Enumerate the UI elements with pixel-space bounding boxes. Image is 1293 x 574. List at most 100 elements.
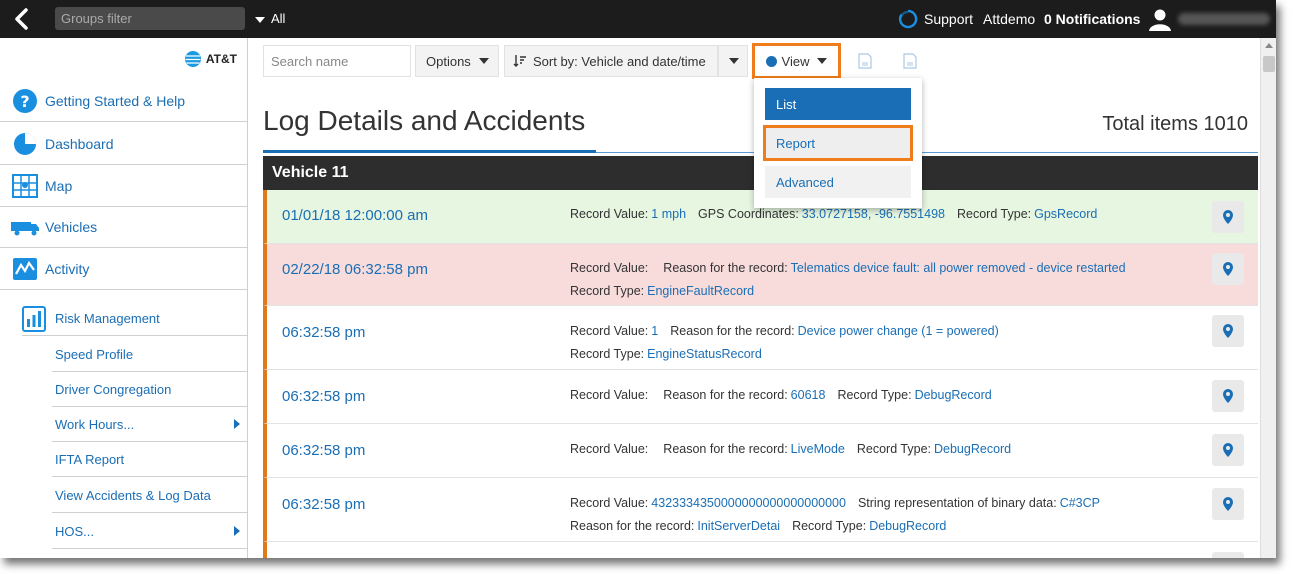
scroll-thumb[interactable] bbox=[1263, 56, 1275, 72]
nav-label: Map bbox=[45, 177, 73, 194]
row-time[interactable]: 06:32:58 pm bbox=[282, 388, 365, 405]
map-pin-icon bbox=[1223, 210, 1233, 224]
row-time[interactable]: 01/01/18 12:00:00 am bbox=[282, 207, 428, 224]
title-underline bbox=[263, 150, 596, 153]
view-menu-list[interactable]: List bbox=[765, 88, 911, 120]
view-button[interactable]: View bbox=[752, 43, 841, 79]
back-arrow-icon[interactable] bbox=[10, 7, 34, 31]
sub-label: Speed Profile bbox=[55, 346, 134, 362]
chevron-right-icon bbox=[234, 526, 240, 536]
nav-label: Vehicles bbox=[45, 218, 98, 235]
options-label: Options bbox=[426, 53, 471, 69]
sub-label: Driver Congregation bbox=[55, 381, 172, 397]
row-time[interactable]: 06:32:58 pm bbox=[282, 496, 365, 513]
map-pin-button[interactable] bbox=[1212, 434, 1244, 466]
table-row[interactable]: 06:32:58 pm Record Value: Reason for the … bbox=[263, 370, 1258, 424]
account-link[interactable]: Attdemo bbox=[983, 11, 1035, 27]
app-window: All Support Attdemo 0 Notifications AT&T… bbox=[0, 0, 1276, 558]
map-pin-button[interactable] bbox=[1212, 552, 1244, 558]
row-details: Record Value: 1 Reason for the record: Devi… bbox=[570, 324, 999, 361]
sort-button[interactable]: Sort by: Vehicle and date/time bbox=[504, 45, 718, 77]
caret-down-icon bbox=[255, 16, 265, 23]
nav-getting-started[interactable]: ? Getting Started & Help bbox=[0, 80, 248, 122]
truck-icon bbox=[10, 213, 40, 241]
table-row[interactable]: 02/22/18 06:32:58 pm Record Value: Reason… bbox=[263, 244, 1258, 306]
activity-chart-icon bbox=[10, 255, 40, 283]
row-details: Record Value: 432333435000000000000000000… bbox=[570, 496, 1100, 533]
sort-dropdown-toggle[interactable] bbox=[718, 45, 748, 77]
sub-label: Work Hours... bbox=[55, 416, 135, 432]
nav-risk-management[interactable]: Risk Management bbox=[22, 302, 248, 336]
chevron-right-icon bbox=[234, 419, 240, 429]
groups-filter-input[interactable] bbox=[55, 7, 245, 30]
nav-label: Getting Started & Help bbox=[45, 92, 186, 109]
nav-hos[interactable]: HOS... bbox=[52, 514, 248, 549]
search-name-input[interactable] bbox=[263, 45, 411, 77]
save-doc-icon[interactable] bbox=[851, 48, 879, 74]
map-pin-icon bbox=[1223, 324, 1233, 338]
support-icon bbox=[898, 9, 918, 29]
options-button[interactable]: Options bbox=[415, 45, 499, 77]
vertical-scrollbar[interactable] bbox=[1260, 38, 1276, 558]
caret-down-icon bbox=[729, 58, 739, 64]
support-link[interactable]: Support bbox=[898, 8, 973, 30]
pie-chart-icon bbox=[10, 130, 40, 158]
row-time[interactable]: 06:32:58 pm bbox=[282, 442, 365, 459]
table-row[interactable]: 06:32:58 pm Record Value: 1 Reason for the… bbox=[263, 306, 1258, 370]
view-dot-icon bbox=[765, 55, 777, 67]
map-pin-button[interactable] bbox=[1212, 380, 1244, 412]
att-logo: AT&T bbox=[184, 50, 237, 68]
nav-speed-profile[interactable]: Speed Profile bbox=[52, 337, 248, 372]
sidebar: AT&T ? Getting Started & Help Dashboard … bbox=[0, 38, 248, 558]
user-icon[interactable] bbox=[1148, 7, 1172, 31]
map-pin-button[interactable] bbox=[1212, 253, 1244, 285]
view-menu: List Report Advanced bbox=[754, 78, 922, 208]
sort-label: Sort by: Vehicle and date/time bbox=[533, 53, 706, 69]
sub-label: IFTA Report bbox=[55, 451, 125, 467]
top-bar: All Support Attdemo 0 Notifications bbox=[0, 0, 1276, 38]
table-row[interactable] bbox=[263, 542, 1258, 558]
nav-label: Activity bbox=[45, 260, 90, 277]
sub-label: View Accidents & Log Data bbox=[55, 487, 211, 503]
groups-scope-select[interactable]: All bbox=[255, 11, 285, 26]
nav-ifta-report[interactable]: IFTA Report bbox=[52, 442, 248, 477]
map-pin-button[interactable] bbox=[1212, 201, 1244, 233]
row-time[interactable]: 02/22/18 06:32:58 pm bbox=[282, 261, 428, 278]
map-pin-button[interactable] bbox=[1212, 488, 1244, 520]
map-pin-icon bbox=[1223, 497, 1233, 511]
view-menu-report[interactable]: Report bbox=[763, 125, 913, 161]
export-doc-icon[interactable] bbox=[896, 48, 924, 74]
row-details: Record Value: Reason for the record: Telem… bbox=[570, 261, 1126, 298]
map-pin-icon bbox=[1223, 443, 1233, 457]
notifications-link[interactable]: 0 Notifications bbox=[1044, 11, 1140, 27]
map-pin-icon bbox=[1223, 389, 1233, 403]
nav-activity[interactable]: Activity bbox=[0, 248, 248, 290]
att-globe-icon bbox=[184, 51, 201, 67]
nav-map[interactable]: Map bbox=[0, 165, 248, 207]
sub-label: HOS... bbox=[55, 523, 95, 539]
bar-chart-icon bbox=[22, 305, 46, 332]
view-label: View bbox=[781, 53, 810, 69]
logo-text: AT&T bbox=[205, 52, 237, 66]
row-time[interactable]: 06:32:58 pm bbox=[282, 324, 365, 341]
nav-vehicles[interactable]: Vehicles bbox=[0, 206, 248, 248]
view-menu-advanced[interactable]: Advanced bbox=[765, 166, 911, 198]
map-pin-button[interactable] bbox=[1212, 315, 1244, 347]
scroll-up-icon[interactable] bbox=[1265, 43, 1273, 48]
nav-label: Dashboard bbox=[45, 135, 114, 152]
nav-dashboard[interactable]: Dashboard bbox=[0, 123, 248, 165]
help-icon: ? bbox=[10, 87, 40, 115]
support-label: Support bbox=[924, 11, 974, 27]
sort-icon bbox=[513, 55, 526, 67]
nav-work-hours[interactable]: Work Hours... bbox=[52, 407, 248, 442]
table-row[interactable]: 06:32:58 pm Record Value: 432333435000000… bbox=[263, 478, 1258, 542]
map-icon bbox=[10, 172, 40, 200]
nav-view-accidents[interactable]: View Accidents & Log Data bbox=[52, 478, 248, 513]
caret-down-icon bbox=[817, 58, 828, 64]
row-details: Record Value: Reason for the record: 60618… bbox=[570, 388, 992, 402]
nav-driver-congregation[interactable]: Driver Congregation bbox=[52, 372, 248, 407]
nav-label: Risk Management bbox=[55, 311, 160, 326]
page-title: Log Details and Accidents bbox=[263, 105, 586, 136]
table-row[interactable]: 06:32:58 pm Record Value: Reason for the … bbox=[263, 424, 1258, 478]
user-email-redacted bbox=[1178, 13, 1270, 25]
